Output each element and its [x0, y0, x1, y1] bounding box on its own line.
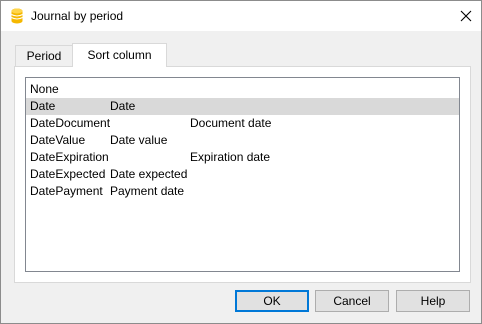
- sort-column-list[interactable]: None Date Date DateDocument Document date Dat…: [25, 77, 460, 272]
- title-bar: Journal by period: [1, 1, 481, 31]
- cancel-button[interactable]: Cancel: [315, 290, 389, 312]
- close-icon: [460, 10, 472, 22]
- list-item[interactable]: Date Date: [26, 98, 459, 115]
- tab-period[interactable]: Period: [15, 45, 73, 67]
- ok-button[interactable]: OK: [235, 290, 309, 312]
- list-cell-name: DateValue: [30, 133, 86, 147]
- list-cell-name: DateExpected: [30, 167, 106, 181]
- list-cell-name: DateExpiration: [30, 150, 109, 164]
- list-item[interactable]: None: [26, 81, 459, 98]
- list-cell-label: Date value: [110, 133, 168, 147]
- list-cell-label: Date expected: [110, 167, 188, 181]
- list-cell-extra: Expiration date: [190, 150, 271, 164]
- list-item[interactable]: DateValue Date value: [26, 132, 459, 149]
- list-cell-name: Date: [30, 99, 56, 113]
- list-cell-label: Payment date: [110, 184, 185, 198]
- list-cell-name: DateDocument: [30, 116, 111, 130]
- tab-sort-column[interactable]: Sort column: [72, 43, 167, 67]
- close-button[interactable]: [451, 1, 481, 31]
- dialog-window: Journal by period Period Sort column Non…: [0, 0, 482, 324]
- list-cell-label: Date: [110, 99, 136, 113]
- list-item[interactable]: DatePayment Payment date: [26, 183, 459, 200]
- list-item[interactable]: DateExpiration Expiration date: [26, 149, 459, 166]
- database-icon: [11, 8, 23, 24]
- list-cell-name: None: [30, 82, 59, 96]
- list-cell-extra: Document date: [190, 116, 272, 130]
- list-cell-name: DatePayment: [30, 184, 103, 198]
- tab-panel: None Date Date DateDocument Document date Dat…: [14, 66, 471, 283]
- list-item[interactable]: DateExpected Date expected: [26, 166, 459, 183]
- list-item[interactable]: DateDocument Document date: [26, 115, 459, 132]
- help-button[interactable]: Help: [396, 290, 470, 312]
- window-title: Journal by period: [31, 9, 124, 23]
